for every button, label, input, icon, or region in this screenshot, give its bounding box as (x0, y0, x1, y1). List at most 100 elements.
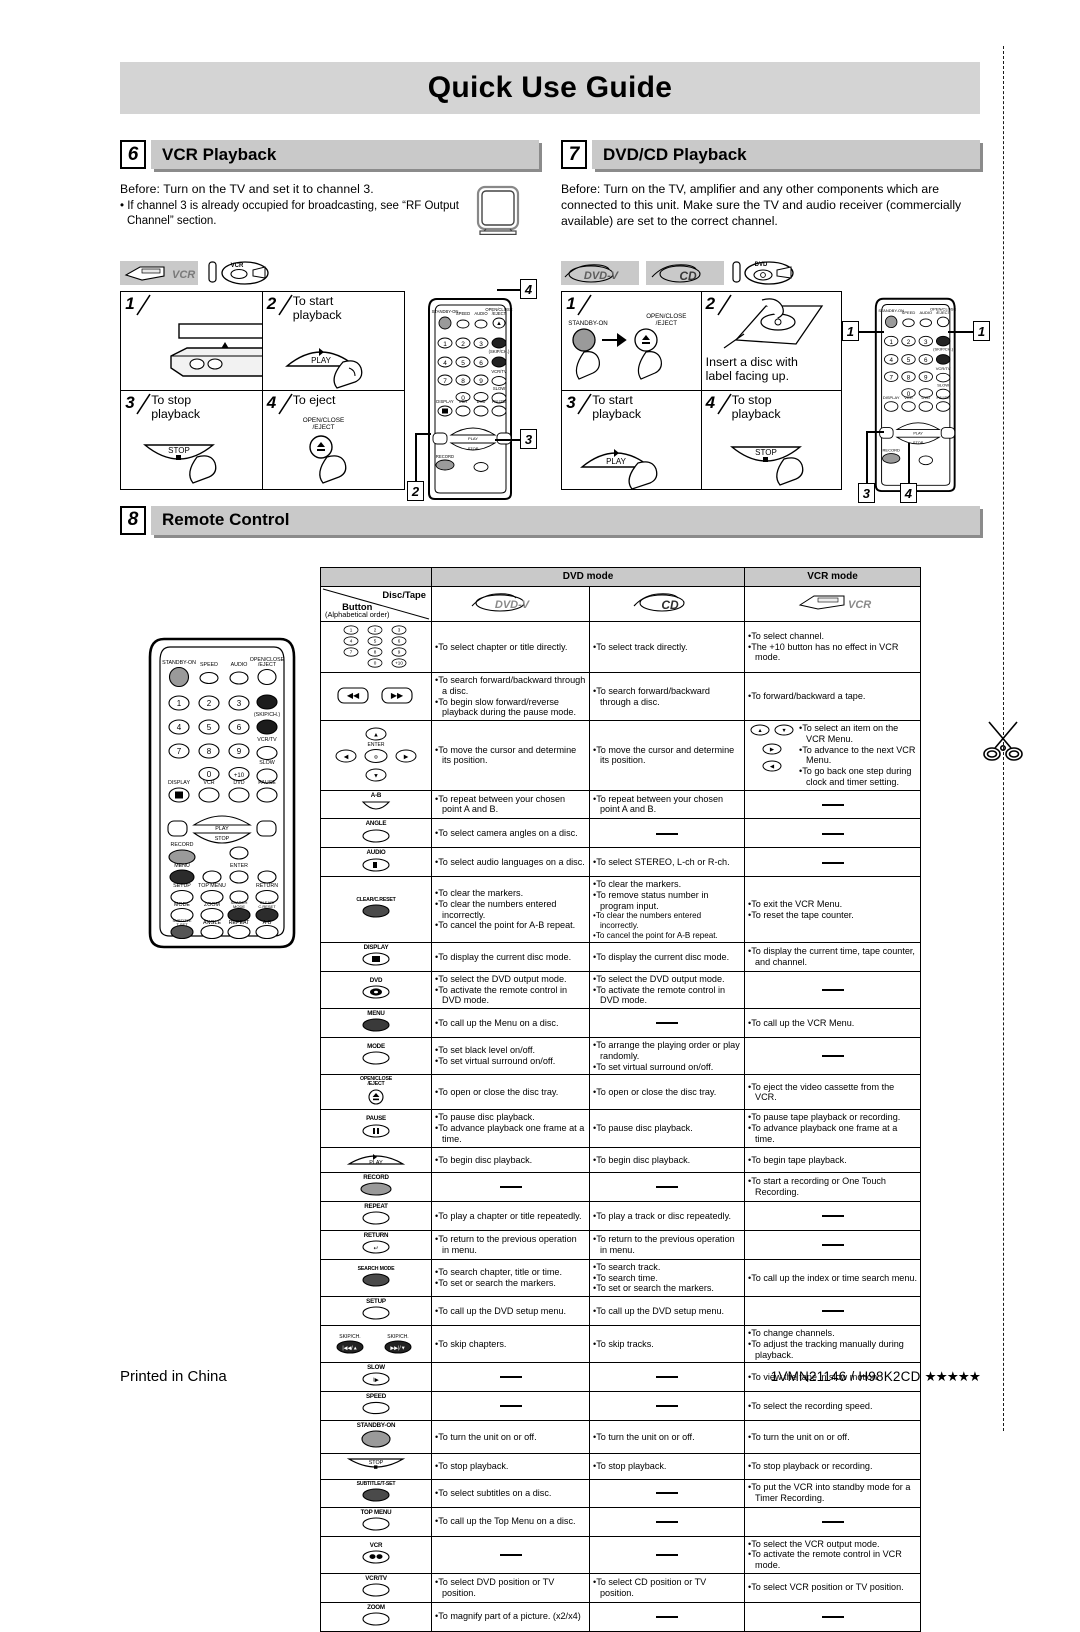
button-label: MENU (367, 1010, 385, 1018)
svg-text:PLAY: PLAY (913, 431, 923, 435)
svg-text:PAUSE: PAUSE (258, 780, 276, 786)
vcr-steps-wrap: 1 2 To start playback PLAY 3 To stop pla… (120, 279, 539, 501)
cell-cd: To pause disc playback. (589, 1109, 745, 1148)
button-label: SUBTITLE/T-SET (356, 1480, 396, 1487)
desc-item: To cancel the point for A-B repeat. (593, 931, 741, 941)
desc-item: To select VCR position or TV position. (748, 1582, 917, 1593)
svg-text:◀: ◀ (770, 764, 774, 770)
desc-item: To select CD position or TV position. (593, 1577, 741, 1598)
svg-text:▼: ▼ (373, 774, 379, 780)
audio-button-icon (362, 858, 390, 872)
vcr-step-4-button-label: OPEN/CLOSE /EJECT (302, 416, 345, 431)
desc-item: To turn the unit on or off. (435, 1432, 586, 1443)
svg-text:8: 8 (207, 747, 212, 756)
corner-button-sub: (Alphabetical order) (325, 610, 390, 620)
dvd-step-1-number: 1 (566, 294, 576, 314)
cell-vcr: ▲▼▶◀ To select an item on the VCR Menu. … (744, 720, 921, 791)
cell-dvd: To search chapter, title or time. To set… (431, 1258, 590, 1298)
desc-item: To select subtitles on a disc. (435, 1488, 586, 1499)
table-row: ZOOM To magnify part of a picture. (x2/x… (320, 1601, 921, 1632)
svg-text:AUDIO: AUDIO (231, 662, 248, 668)
svg-text:STOP: STOP (755, 448, 777, 457)
cell-vcr-dash (744, 818, 921, 849)
cell-cd: To search forward/backward through a dis… (589, 672, 745, 722)
dvd-callout-1-right: 1 (973, 321, 990, 341)
cell-cd: To select the DVD output mode. To activa… (589, 970, 745, 1010)
svg-text:3: 3 (237, 699, 242, 708)
cd-icon: CD (633, 592, 685, 612)
svg-text:DVD: DVD (755, 262, 768, 268)
svg-text:DVD: DVD (233, 780, 244, 786)
svg-text:STANDBY-ON: STANDBY-ON (878, 308, 904, 313)
svg-text:7: 7 (177, 747, 182, 756)
desc-item: To play a track or disc repeatedly. (593, 1211, 741, 1222)
dvd-step-1: 1 STANDBY-ON OPEN/CLOSE /EJECT (561, 291, 703, 392)
table-row: SETUP To call up the DVD setup menu. To … (320, 1296, 921, 1327)
button-cell-skip-ch: SKIP/CH. SKIP/CH. |◀◀/▲ ▶▶|/▼ (320, 1325, 432, 1364)
svg-text:DVD: DVD (477, 399, 486, 404)
cell-vcr-dash (744, 970, 921, 1010)
desc-item: To stop playback. (593, 1461, 741, 1472)
desc-item: To select chapter or title directly. (435, 642, 586, 653)
vcr-icon: VCR (798, 595, 871, 611)
cell-dvd: To open or close the disc tray. (431, 1074, 590, 1111)
svg-text:SLOW: SLOW (493, 386, 505, 391)
remote-big-column: STANDBY-ON SPEED AUDIO OPEN/CLOSE/EJECT … (120, 551, 320, 1632)
cell-vcr-dash (744, 1506, 921, 1537)
dvd-step-grid: 1 STANDBY-ON OPEN/CLOSE /EJECT 2 Insert … (561, 291, 842, 490)
svg-text:SETUP: SETUP (173, 883, 191, 889)
button-label: PAUSE (366, 1115, 386, 1123)
desc-item: To call up the Menu on a disc. (435, 1018, 586, 1029)
svg-text:ANGLE: ANGLE (203, 920, 221, 926)
svg-text:|◀◀/▲: |◀◀/▲ (342, 1345, 357, 1351)
desc-item: To skip chapters. (435, 1339, 586, 1350)
desc-item: To call up the DVD setup menu. (593, 1306, 741, 1317)
table-header-modes: DVD mode VCR mode (320, 566, 921, 587)
table-row: PAUSE To pause disc playback. To advance… (320, 1109, 921, 1148)
svg-text:MODE: MODE (174, 902, 190, 908)
cell-dvd: To repeat between your chosen point A an… (431, 789, 590, 820)
svg-text:C.RESET: C.RESET (258, 904, 276, 909)
cell-cd: To turn the unit on or off. (589, 1420, 745, 1454)
cell-vcr-dash (744, 1230, 921, 1260)
desc-item: To advance playback one frame at a time. (435, 1123, 586, 1144)
cell-dvd-dash (431, 1172, 590, 1203)
desc-item: To set virtual surround on/off. (593, 1062, 741, 1073)
desc-item: To repeat between your chosen point A an… (593, 794, 741, 815)
dvd-v-icon: DVD-V (471, 592, 530, 612)
cell-cd: To begin disc playback. (589, 1146, 745, 1174)
setup-button-icon (362, 1306, 390, 1320)
table-row: RECORD To start a recording or One Touch… (320, 1172, 921, 1203)
table-row: PLAY To begin disc playback. To begin di… (320, 1146, 921, 1174)
svg-text:6: 6 (924, 357, 928, 364)
table-row: MODE To set black level on/off. To set v… (320, 1037, 921, 1076)
desc-item: To adjust the tracking manually during p… (748, 1339, 917, 1360)
insert-disc-icon (723, 298, 823, 349)
subtitle-button-icon (362, 1488, 390, 1502)
footer-part-number: 1VMN21146 / H98K2CD ★★★★★ (771, 1369, 981, 1385)
vcr-step-1: 1 (120, 291, 264, 392)
desc-item: To repeat between your chosen point A an… (435, 794, 586, 815)
button-label: CLEAR/C.RESET (356, 897, 396, 904)
svg-text:ENTER: ENTER (230, 863, 248, 869)
button-cell-setup: SETUP (320, 1296, 432, 1327)
desc-item: To clear the numbers entered incorrectly… (435, 899, 586, 920)
table-row: TOP MENU To call up the Top Menu on a di… (320, 1506, 921, 1537)
svg-text:7: 7 (443, 378, 447, 385)
stop-button-icon: STOP (346, 1458, 406, 1469)
svg-text:DISPLAY: DISPLAY (168, 780, 190, 786)
dvd-section-number: 7 (561, 140, 587, 169)
svg-text:2: 2 (207, 699, 212, 708)
vcr-step-grid: 1 2 To start playback PLAY 3 To stop pla… (120, 291, 405, 490)
button-cell-repeat: REPEAT (320, 1201, 432, 1232)
svg-text:SKIP/CH.: SKIP/CH. (339, 1334, 360, 1340)
desc-item: The +10 button has no effect in VCR mode… (748, 642, 917, 663)
cell-dvd: To set black level on/off. To set virtua… (431, 1037, 590, 1076)
cell-cd-dash (589, 1601, 745, 1632)
desc-item: To begin disc playback. (435, 1155, 586, 1166)
cell-cd: To clear the markers. To remove status n… (589, 876, 745, 944)
svg-text:RECORD: RECORD (171, 842, 194, 848)
desc-item: To begin tape playback. (748, 1155, 917, 1166)
vcr-callout-2: 2 (407, 481, 424, 501)
desc-item: To begin slow forward/reverse playback d… (435, 697, 586, 718)
